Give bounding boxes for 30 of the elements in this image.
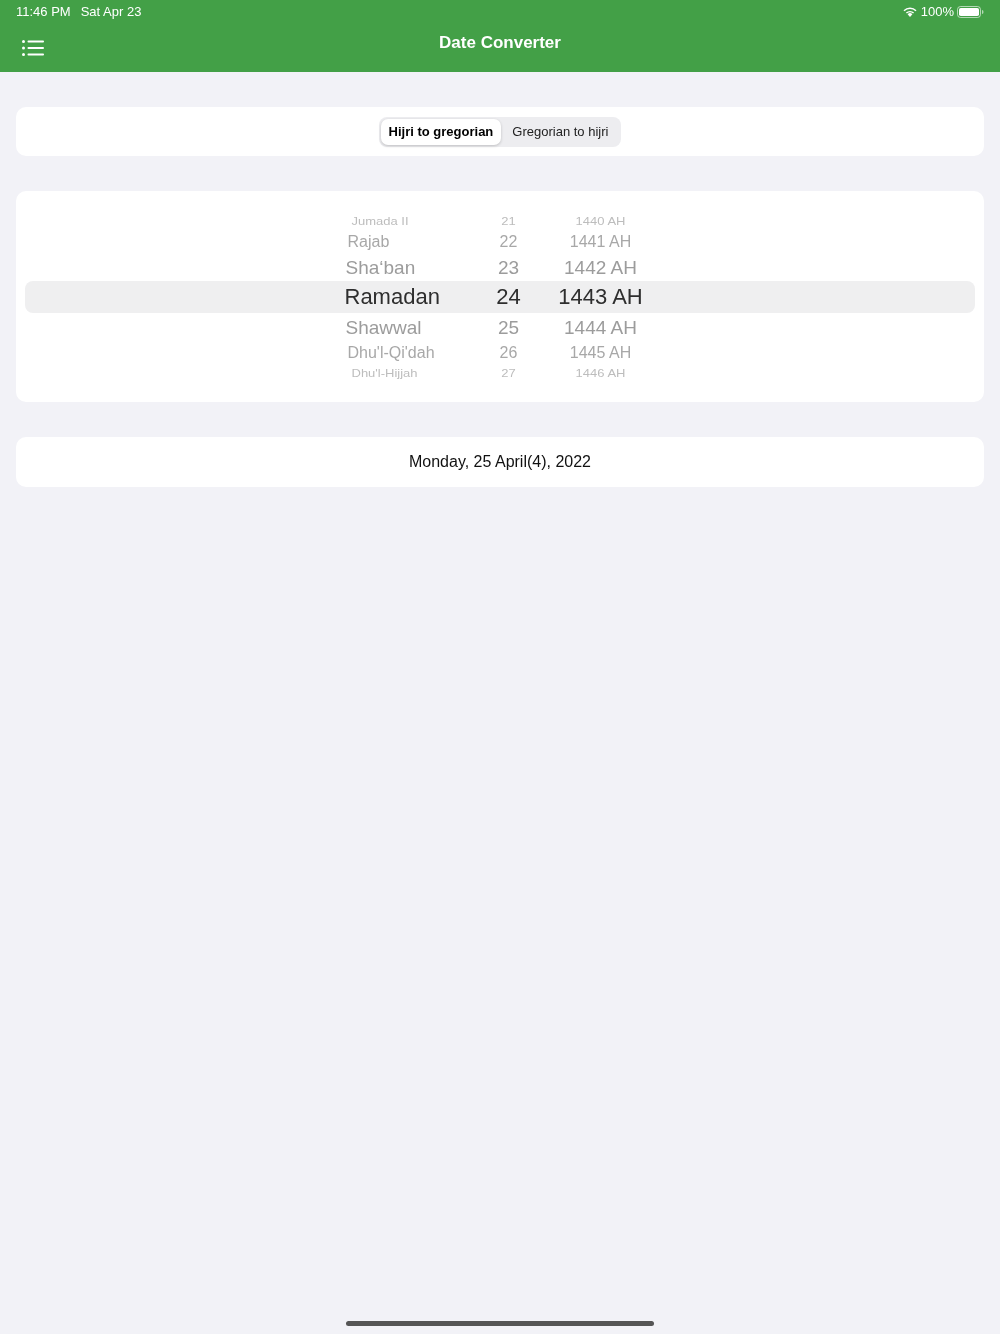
month-option[interactable]: Shawwal	[345, 317, 422, 337]
year-option[interactable]: 1445 AH	[569, 344, 632, 361]
day-option[interactable]: 22	[499, 233, 518, 250]
month-option[interactable]: Rajab	[347, 233, 390, 250]
year-option[interactable]: 1446 AH	[575, 367, 626, 379]
screen-title: Date Converter	[439, 33, 561, 53]
month-option[interactable]: Ramadan	[344, 286, 440, 308]
battery-icon	[957, 6, 984, 18]
menu-icon[interactable]	[22, 40, 44, 56]
year-option[interactable]: 1441 AH	[569, 233, 632, 250]
day-option[interactable]: 26	[499, 344, 518, 361]
month-option[interactable]: Dhu'l-Hijjah	[351, 367, 418, 379]
converted-date: Monday, 25 April(4), 2022	[409, 452, 591, 472]
month-option[interactable]: Sha‘ban	[345, 257, 416, 277]
year-option[interactable]: 1442 AH	[564, 257, 637, 277]
status-time: 11:46 PM	[16, 3, 71, 22]
month-option[interactable]: Dhu'l-Qi'dah	[347, 344, 435, 361]
status-date: Sat Apr 23	[80, 3, 142, 22]
day-option[interactable]: 21	[501, 215, 516, 227]
wifi-icon	[902, 7, 917, 17]
day-option[interactable]: 27	[501, 367, 516, 379]
battery-percentage: 100%	[920, 3, 954, 22]
mode-tab[interactable]: Hijri to gregorian	[380, 118, 502, 145]
day-option[interactable]: 25	[497, 317, 520, 337]
mode-tab[interactable]: Gregorian to hijri	[501, 118, 620, 145]
day-option[interactable]: 24	[496, 286, 521, 308]
year-option[interactable]: 1444 AH	[564, 317, 637, 337]
year-option[interactable]: 1440 AH	[575, 215, 626, 227]
day-option[interactable]: 23	[497, 257, 520, 277]
year-option[interactable]: 1443 AH	[558, 286, 643, 308]
